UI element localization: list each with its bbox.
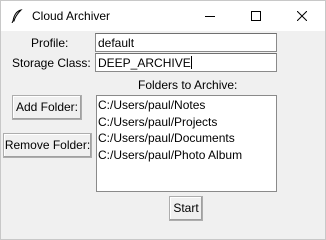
minimize-button[interactable] bbox=[187, 1, 233, 31]
minimize-icon bbox=[205, 11, 215, 21]
storage-class-label: Storage Class: bbox=[12, 56, 91, 70]
remove-folder-button[interactable]: Remove Folder: bbox=[3, 133, 92, 158]
list-item[interactable]: C:/Users/paul/Projects bbox=[98, 114, 276, 131]
list-item[interactable]: C:/Users/paul/Documents bbox=[98, 130, 276, 147]
add-folder-button[interactable]: Add Folder: bbox=[12, 95, 82, 120]
storage-class-value: DEEP_ARCHIVE bbox=[98, 56, 191, 70]
list-item[interactable]: C:/Users/paul/Notes bbox=[98, 97, 276, 114]
folders-label: Folders to Archive: bbox=[138, 78, 238, 92]
feather-icon bbox=[11, 9, 23, 24]
maximize-button[interactable] bbox=[233, 1, 279, 31]
maximize-icon bbox=[251, 11, 261, 21]
start-button[interactable]: Start bbox=[169, 196, 203, 221]
close-button[interactable] bbox=[279, 1, 325, 31]
list-item[interactable]: C:/Users/paul/Photo Album bbox=[98, 147, 276, 164]
storage-class-input[interactable]: DEEP_ARCHIVE bbox=[95, 53, 277, 72]
window-title: Cloud Archiver bbox=[32, 9, 111, 23]
app-window: Cloud Archiver Profile: default Storage … bbox=[0, 0, 326, 240]
profile-label: Profile: bbox=[31, 36, 69, 50]
title-bar[interactable]: Cloud Archiver bbox=[1, 1, 325, 31]
text-cursor bbox=[190, 56, 192, 69]
profile-input[interactable]: default bbox=[95, 33, 277, 52]
profile-value: default bbox=[98, 36, 135, 50]
close-icon bbox=[297, 11, 307, 21]
folders-listbox[interactable]: C:/Users/paul/Notes C:/Users/paul/Projec… bbox=[96, 95, 277, 192]
